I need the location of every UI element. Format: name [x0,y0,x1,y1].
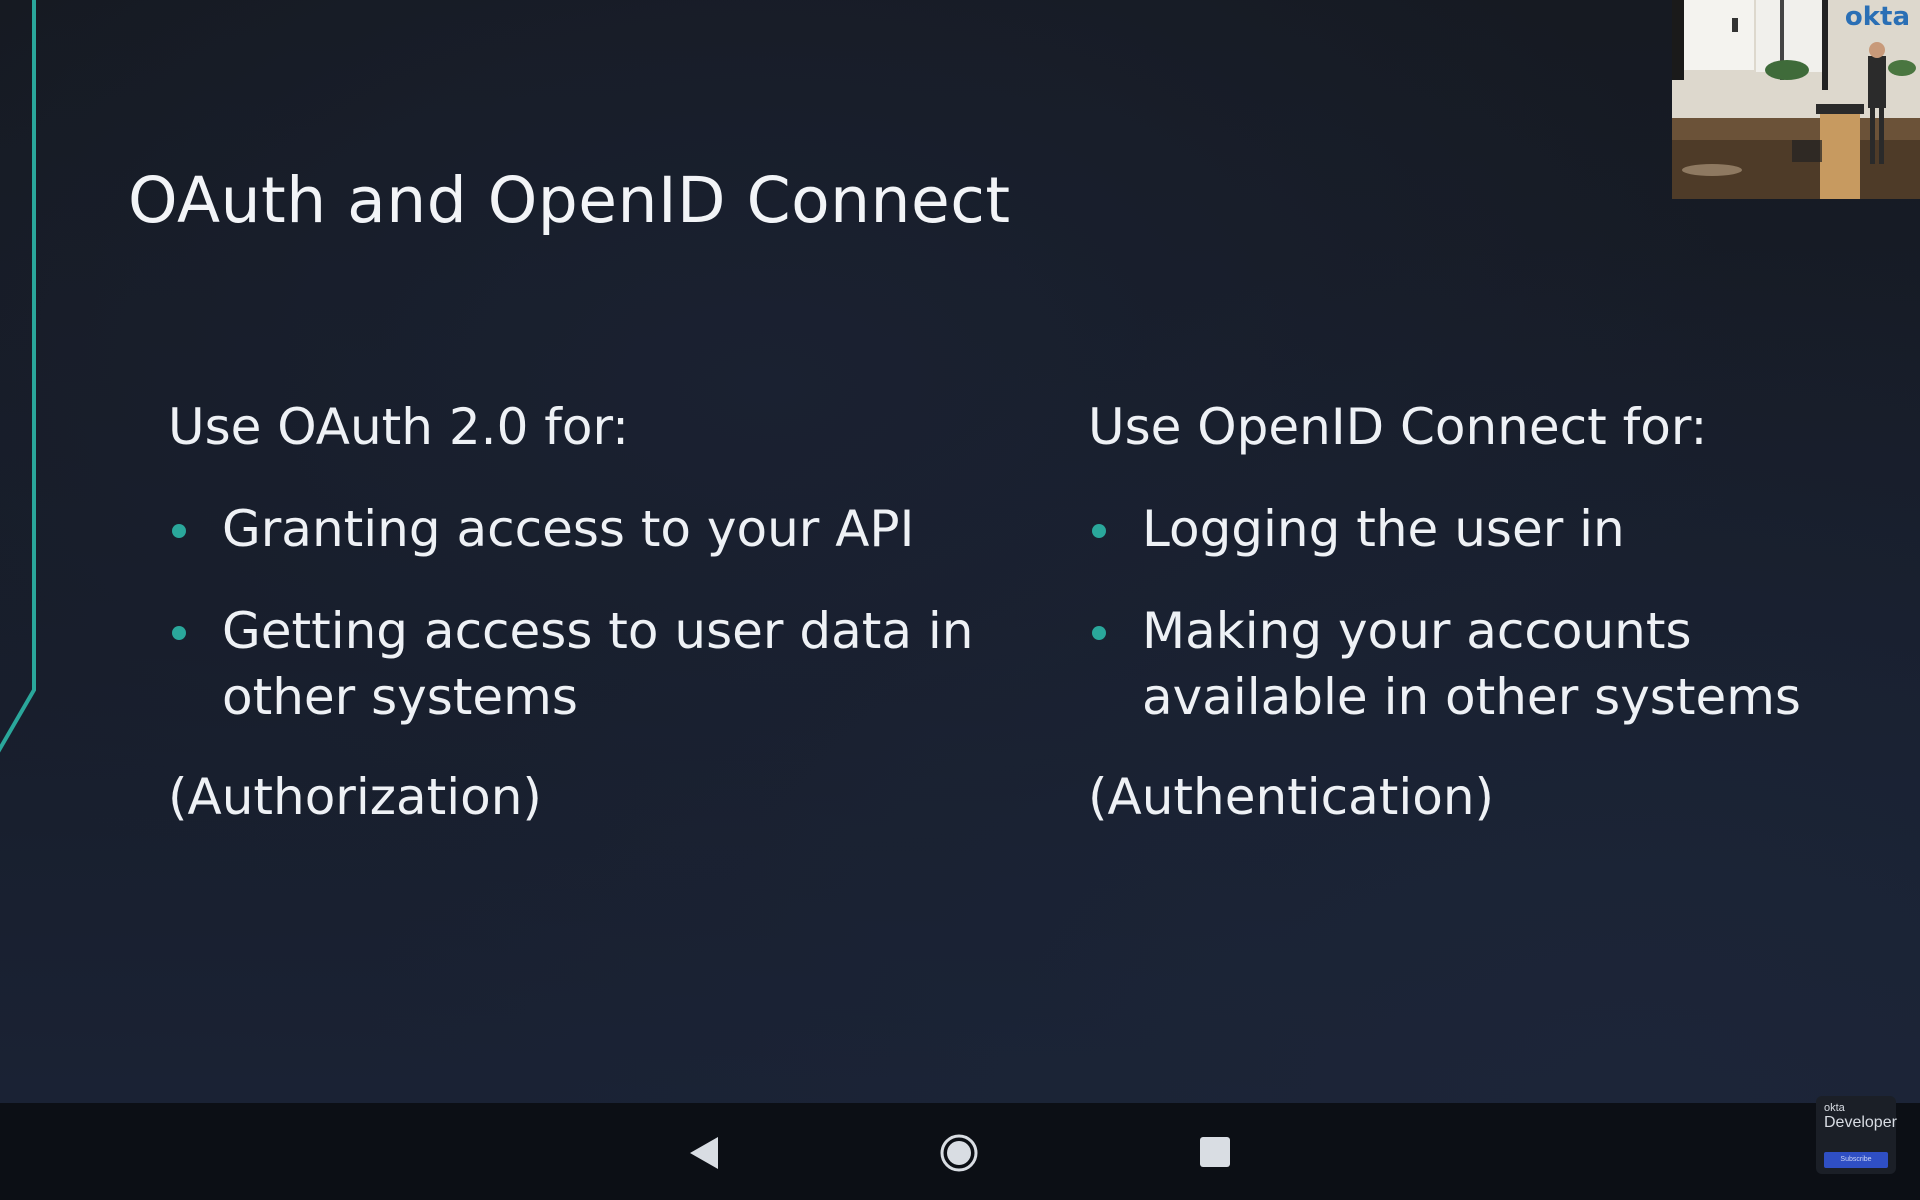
watermark-title: Developer [1824,1114,1897,1131]
bullet-dot-icon [1092,626,1106,640]
bullet-dot-icon [1092,524,1106,538]
bullet-dot-icon [172,524,186,538]
openid-column: Use OpenID Connect for: Logging the user… [1088,396,1908,828]
oauth-heading: Use OAuth 2.0 for: [168,398,629,456]
screen: OAuth and OpenID Connect Use OAuth 2.0 f… [0,0,1920,1200]
watermark-brand: okta [1824,1102,1845,1114]
slide-accent-line [0,0,36,753]
navigation-bar [0,1103,1920,1200]
bullet-dot-icon [172,626,186,640]
home-circle-icon [940,1134,978,1172]
openid-heading: Use OpenID Connect for: [1088,398,1708,456]
slide-title: OAuth and OpenID Connect [128,164,1011,237]
authentication-note: (Authentication) [1088,768,1495,826]
oauth-bullet-list: Granting access to your API Getting acce… [168,496,1018,730]
channel-watermark[interactable]: okta Developer Subscribe [1816,1096,1897,1174]
list-item: Getting access to user data in other sys… [168,598,1018,730]
back-button[interactable] [674,1123,734,1183]
back-triangle-icon [690,1137,718,1169]
home-button[interactable] [929,1123,989,1183]
recents-square-icon [1200,1137,1230,1167]
list-item: Making your accounts available in other … [1088,598,1908,730]
okta-logo: okta [1844,2,1910,32]
bullet-text: Granting access to your API [222,500,915,558]
oauth-column: Use OAuth 2.0 for: Granting access to yo… [168,396,1018,828]
bullet-text: Making your accounts available in other … [1142,602,1801,726]
openid-bullet-list: Logging the user in Making your accounts… [1088,496,1908,730]
authorization-note: (Authorization) [168,768,542,826]
recents-button[interactable] [1186,1123,1246,1183]
list-item: Logging the user in [1088,496,1908,562]
subscribe-button[interactable]: Subscribe [1824,1152,1888,1168]
bullet-text: Logging the user in [1142,500,1625,558]
presentation-slide: OAuth and OpenID Connect Use OAuth 2.0 f… [0,0,1920,1103]
bullet-text: Getting access to user data in other sys… [222,602,974,726]
speaker-video-thumbnail[interactable]: okta [1672,0,1920,199]
list-item: Granting access to your API [168,496,1018,562]
